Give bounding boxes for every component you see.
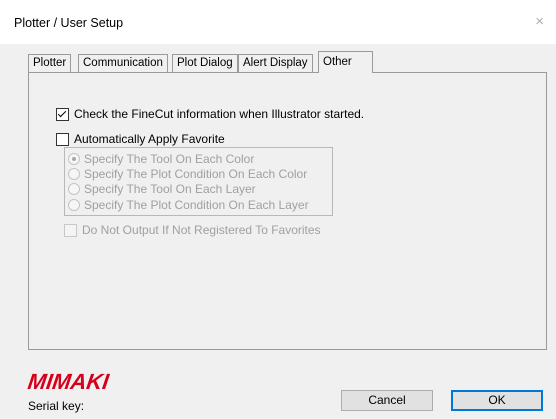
radio-label: Specify The Plot Condition On Each Layer <box>84 198 309 212</box>
radio-plot-condition-each-color[interactable]: Specify The Plot Condition On Each Color <box>68 167 307 181</box>
auto-apply-favorite-label: Automatically Apply Favorite <box>74 132 225 146</box>
mimaki-logo: MIMAKI <box>26 369 111 394</box>
tab-plotter[interactable]: Plotter <box>28 54 72 72</box>
do-not-output-label: Do Not Output If Not Registered To Favor… <box>82 223 321 237</box>
window-title: Plotter / User Setup <box>14 16 124 30</box>
tab-alert-display[interactable]: Alert Display <box>238 54 313 72</box>
do-not-output-checkbox[interactable] <box>64 223 77 237</box>
check-finecut-row[interactable]: Check the FineCut information when Illus… <box>56 107 364 121</box>
cancel-button[interactable]: Cancel <box>341 390 433 411</box>
radio-tool-each-layer[interactable]: Specify The Tool On Each Layer <box>68 182 256 196</box>
radio-label: Specify The Tool On Each Color <box>84 152 255 166</box>
radio-plot-condition-each-layer[interactable]: Specify The Plot Condition On Each Layer <box>68 198 309 212</box>
do-not-output-row[interactable]: Do Not Output If Not Registered To Favor… <box>64 223 321 237</box>
auto-apply-favorite-checkbox[interactable] <box>56 132 69 146</box>
ok-button[interactable]: OK <box>451 390 543 411</box>
radio-button[interactable] <box>68 183 80 195</box>
title-bar: Plotter / User Setup × <box>0 0 556 44</box>
check-finecut-label: Check the FineCut information when Illus… <box>74 107 365 121</box>
radio-button[interactable] <box>68 199 80 211</box>
auto-apply-favorite-row[interactable]: Automatically Apply Favorite <box>56 132 225 146</box>
radio-label: Specify The Tool On Each Layer <box>84 182 256 196</box>
tab-communication[interactable]: Communication <box>78 54 168 72</box>
tab-plot-dialog[interactable]: Plot Dialog <box>172 54 238 72</box>
check-finecut-checkbox[interactable] <box>56 107 69 121</box>
close-icon[interactable]: × <box>535 13 544 30</box>
radio-label: Specify The Plot Condition On Each Color <box>84 167 308 181</box>
radio-tool-each-color[interactable]: Specify The Tool On Each Color <box>68 152 254 166</box>
radio-button[interactable] <box>68 168 80 180</box>
tab-other[interactable]: Other <box>318 51 373 73</box>
radio-button[interactable] <box>68 153 80 165</box>
serial-key-label: Serial key: <box>28 399 85 413</box>
